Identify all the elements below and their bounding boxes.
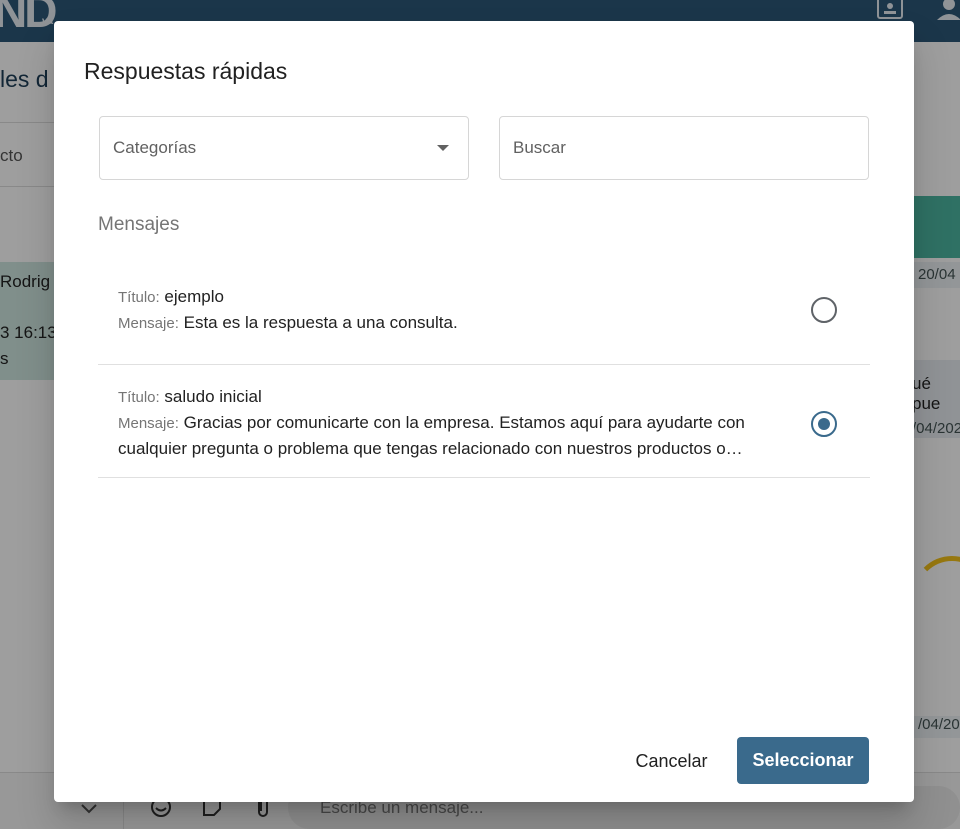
message-key: Mensaje: [118,315,179,332]
messages-list: Título: ejemplo Mensaje: Esta es la resp… [98,252,870,478]
message-title: ejemplo [164,287,224,306]
select-button[interactable]: Seleccionar [737,737,869,784]
cancel-button[interactable]: Cancelar [624,737,719,785]
radio-button[interactable] [811,297,837,323]
search-input[interactable] [500,117,868,179]
message-title: saludo inicial [164,387,262,406]
list-item[interactable]: Título: ejemplo Mensaje: Esta es la resp… [98,252,870,365]
categories-label: Categorías [113,138,197,157]
dropdown-arrow-icon [437,145,449,151]
radio-button-selected[interactable] [811,411,837,437]
message-body: Esta es la respuesta a una consulta. [183,313,458,332]
list-item[interactable]: Título: saludo inicial Mensaje: Gracias … [98,365,870,478]
message-key: Mensaje: [118,415,179,432]
search-field[interactable] [499,116,869,180]
messages-section-label: Mensajes [98,214,180,235]
dialog-title: Respuestas rápidas [84,58,288,84]
title-key: Título: [118,389,160,406]
message-content: Título: saludo inicial Mensaje: Gracias … [118,384,778,461]
message-body: Gracias por comunicarte con la empresa. … [118,413,745,458]
categories-select[interactable]: Categorías [99,116,469,180]
title-key: Título: [118,289,160,306]
quick-replies-dialog: Respuestas rápidas Categorías Mensajes T… [54,21,914,802]
message-content: Título: ejemplo Mensaje: Esta es la resp… [118,284,778,336]
